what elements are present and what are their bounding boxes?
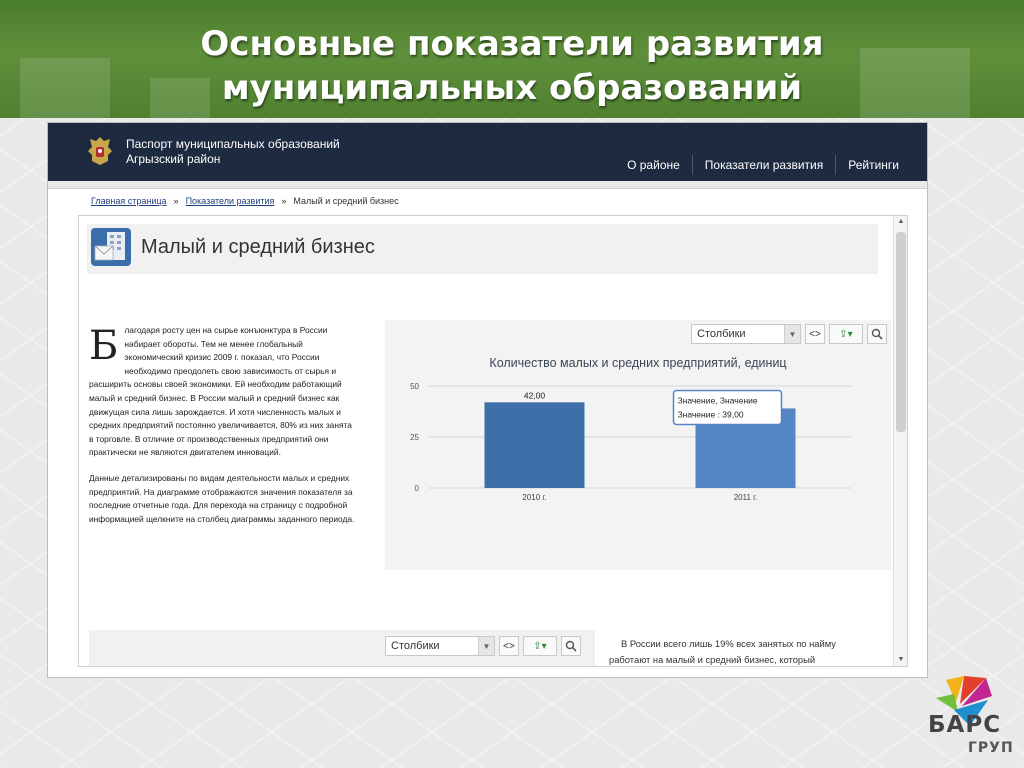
y-tick-label: 25 — [410, 433, 419, 442]
slide-title-line-1: Основные показатели развития — [200, 24, 824, 64]
vertical-scrollbar[interactable]: ▲ ▼ — [893, 216, 907, 666]
tooltip-line-1: Значение, Значение — [678, 395, 758, 405]
header-divider — [48, 181, 927, 189]
x-tick-label: 2011 г. — [734, 493, 758, 502]
second-chart-type-value: Столбики — [391, 640, 440, 652]
second-chart-toolbar: Столбики ▼ <> ⇪▾ — [385, 636, 581, 656]
code-button[interactable]: <> — [805, 324, 825, 344]
dropcap: Б — [89, 323, 119, 369]
site-title-line-1: Паспорт муниципальных образований — [126, 137, 340, 151]
content-frame: Малый и средний бизнес Б лагодаря росту … — [78, 215, 908, 667]
second-code-button[interactable]: <> — [499, 636, 519, 656]
search-icon — [871, 328, 883, 340]
website-screenshot: Паспорт муниципальных образований Агрызс… — [47, 122, 928, 678]
chart-type-value: Столбики — [697, 328, 746, 340]
nav-about-region[interactable]: О районе — [615, 155, 692, 175]
slide-title-band: Основные показатели развития муниципальн… — [0, 0, 1024, 118]
scroll-up-arrow-icon[interactable]: ▲ — [896, 218, 906, 228]
scrollbar-thumb[interactable] — [896, 232, 906, 432]
second-chart-type-select[interactable]: Столбики ▼ — [385, 636, 495, 656]
nav-ratings[interactable]: Рейтинги — [835, 155, 911, 175]
search-icon — [565, 640, 577, 652]
chevron-down-icon[interactable]: ▼ — [478, 637, 494, 655]
breadcrumb-current: Малый и средний бизнес — [293, 196, 399, 206]
site-title-line-2: Агрызский район — [126, 152, 221, 166]
page-heading: Малый и средний бизнес — [141, 236, 375, 258]
second-search-button[interactable] — [561, 636, 581, 656]
second-export-button[interactable]: ⇪▾ — [523, 636, 557, 656]
bar-value-label: 42,00 — [524, 390, 546, 400]
breadcrumb-separator: » — [173, 196, 179, 206]
x-tick-label: 2010 г. — [522, 493, 546, 502]
logo-text: БАРС — [928, 712, 1002, 738]
breadcrumb-home-link[interactable]: Главная страница — [91, 196, 167, 206]
site-header: Паспорт муниципальных образований Агрызс… — [48, 123, 927, 181]
scroll-down-arrow-icon[interactable]: ▼ — [896, 656, 906, 666]
chart-panel: Столбики ▼ <> ⇪▾ Количество малых и сред… — [385, 320, 891, 570]
chart-title: Количество малых и средних предприятий, … — [489, 356, 787, 370]
chart-type-select[interactable]: Столбики ▼ — [691, 324, 801, 344]
search-button[interactable] — [867, 324, 887, 344]
chart-toolbar: Столбики ▼ <> ⇪▾ — [691, 324, 887, 344]
breadcrumb: Главная страница » Показатели развития »… — [91, 196, 399, 206]
nav-development-indicators[interactable]: Показатели развития — [691, 155, 835, 175]
chart-bar[interactable] — [484, 402, 585, 488]
bar-chart: 0255042,002010 г.39,002011 г.Значение, З… — [410, 382, 851, 502]
right-column-text: В России всего лишь 19% всех занятых по … — [609, 638, 836, 665]
page-header: Малый и средний бизнес — [87, 224, 878, 274]
intro-paragraph-2: Данные детализированы по видам деятельно… — [89, 472, 355, 524]
intro-paragraph-1-text: лагодаря росту цен на сырье конъюнктура … — [89, 325, 352, 458]
breadcrumb-separator: » — [281, 196, 287, 206]
site-title: Паспорт муниципальных образований Агрызс… — [126, 137, 340, 167]
second-chart-panel: Столбики ▼ <> ⇪▾ — [89, 630, 595, 666]
slide-title: Основные показатели развития муниципальн… — [0, 22, 1024, 110]
coat-of-arms-icon — [88, 137, 112, 165]
chevron-down-icon[interactable]: ▼ — [784, 325, 800, 343]
slide-title-line-2: муниципальных образований — [221, 68, 803, 108]
tooltip-line-2: Значение : 39,00 — [678, 409, 744, 419]
breadcrumb-indicators-link[interactable]: Показатели развития — [186, 196, 275, 206]
intro-text: Б лагодаря росту цен на сырье конъюнктур… — [89, 324, 357, 538]
y-tick-label: 0 — [415, 484, 420, 493]
export-button[interactable]: ⇪▾ — [829, 324, 863, 344]
intro-paragraph-1: Б лагодаря росту цен на сырье конъюнктур… — [89, 324, 357, 460]
y-tick-label: 50 — [410, 382, 419, 391]
main-nav: О районе Показатели развития Рейтинги — [615, 155, 911, 175]
business-building-icon — [91, 228, 131, 266]
logo-subtext: ГРУП — [968, 740, 1014, 756]
